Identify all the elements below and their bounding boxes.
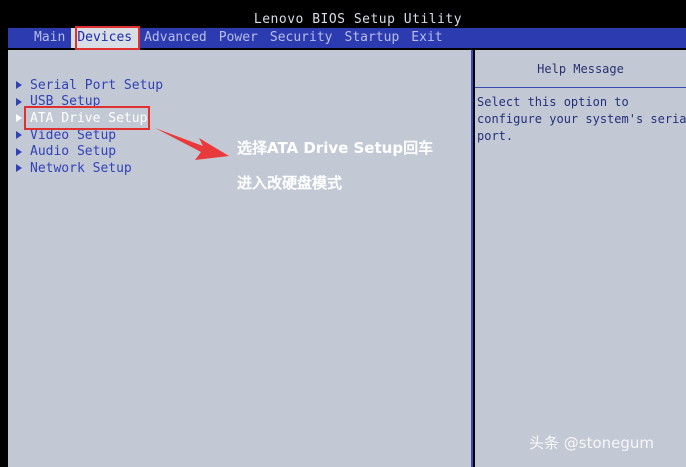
arrow-right-icon <box>16 97 22 106</box>
annotation-line-2: 进入改硬盘模式 <box>237 174 343 192</box>
red-arrow-icon <box>155 128 229 160</box>
arrow-right-icon <box>16 131 22 140</box>
menu-power[interactable]: Power <box>213 28 264 48</box>
menu-security[interactable]: Security <box>264 28 339 48</box>
list-item-label: Serial Port Setup <box>30 77 164 93</box>
list-item-label: Network Setup <box>30 160 132 176</box>
arrow-right-icon <box>16 147 22 156</box>
help-header: Help Message <box>475 50 686 88</box>
menu-advanced[interactable]: Advanced <box>138 28 213 48</box>
list-item-audio-setup[interactable]: Audio Setup <box>16 143 163 160</box>
ata-highlight-box <box>24 106 150 130</box>
help-panel: Help Message Select this option to confi… <box>475 50 686 467</box>
menu-startup[interactable]: Startup <box>339 28 406 48</box>
menu-exit[interactable]: Exit <box>405 28 448 48</box>
annotation-line-1: 选择ATA Drive Setup回车 <box>237 139 434 157</box>
list-item-serial-port-setup[interactable]: Serial Port Setup <box>16 77 163 94</box>
watermark: 头条 @stonegum <box>529 434 655 452</box>
arrow-right-icon <box>16 81 22 90</box>
arrow-right-icon <box>16 114 22 123</box>
devices-highlight-box <box>75 26 140 50</box>
menu-main[interactable]: Main <box>28 28 71 48</box>
arrow-right-icon <box>16 164 22 173</box>
help-text: Select this option to configure your sys… <box>477 95 686 143</box>
list-item-network-setup[interactable]: Network Setup <box>16 160 163 177</box>
list-item-label: Audio Setup <box>30 144 117 160</box>
